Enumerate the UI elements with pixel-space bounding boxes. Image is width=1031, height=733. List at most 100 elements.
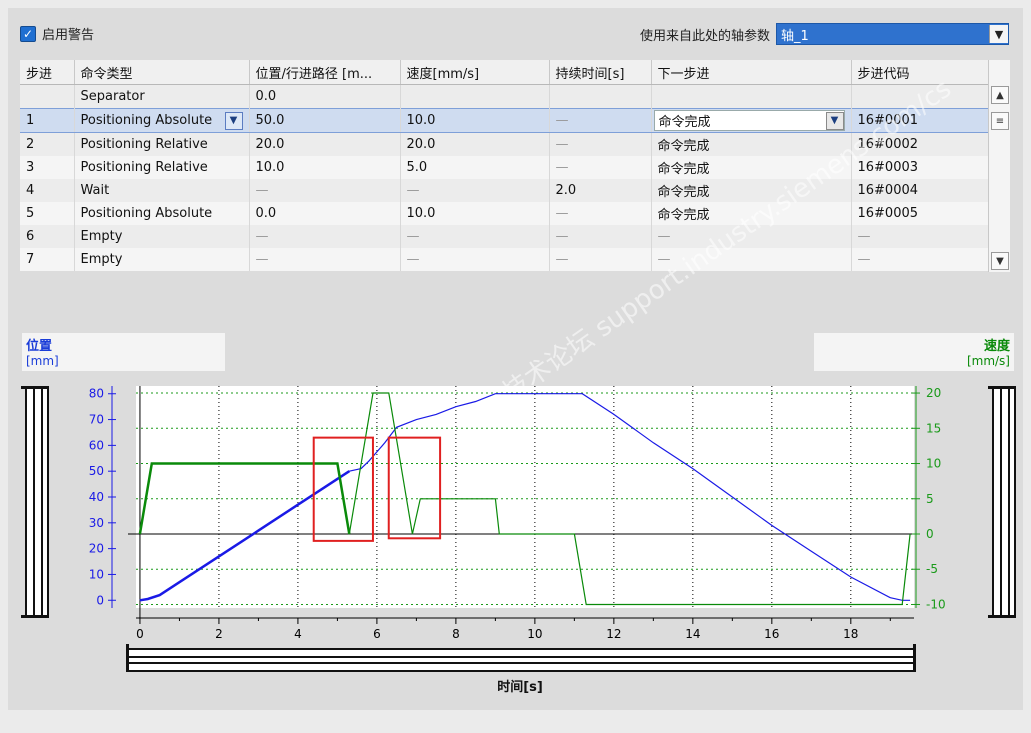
col-header-duration[interactable]: 持续时间[s] [549, 60, 652, 85]
cell-step-code[interactable]: 16#0003 [851, 156, 989, 179]
scroll-up-icon[interactable]: ▲ [991, 86, 1009, 104]
cell-position[interactable]: 10.0 [249, 156, 401, 179]
cell-velocity[interactable]: 5.0 [400, 156, 550, 179]
cell-velocity[interactable]: 20.0 [400, 132, 550, 156]
chevron-down-icon[interactable]: ▼ [989, 25, 1008, 43]
cell-duration[interactable]: — [549, 108, 652, 133]
cell-next-step[interactable]: 命令完成 [651, 132, 852, 156]
cell-duration[interactable]: — [549, 225, 652, 248]
cell-duration[interactable] [549, 84, 652, 109]
cell-step[interactable]: 1 [20, 108, 75, 133]
cell-command-type[interactable]: Empty [74, 225, 250, 248]
col-header-command-type[interactable]: 命令类型 [74, 60, 250, 85]
cell-next-step[interactable]: 命令完成 [651, 156, 852, 179]
cell-step[interactable]: 2 [20, 132, 75, 156]
cell-next-step[interactable]: 命令完成 ▼ [651, 108, 852, 133]
col-header-next-step[interactable]: 下一步进 [651, 60, 852, 85]
velocity-unit: [mm/s] [966, 354, 1010, 368]
cell-velocity[interactable]: 10.0 [400, 108, 550, 133]
table-row[interactable]: Separator 0.0 [20, 84, 989, 109]
table-row[interactable]: 7 Empty — — — — — [20, 248, 989, 271]
cell-duration[interactable]: — [549, 248, 652, 271]
position-axis-label: 位置 [mm] [22, 333, 225, 371]
table-header: 步进 命令类型 位置/行进路径 [m... 速度[mm/s] 持续时间[s] 下… [20, 60, 989, 85]
table-row[interactable]: 3 Positioning Relative 10.0 5.0 — 命令完成 1… [20, 156, 989, 179]
left-tick-label: 10 [89, 567, 104, 581]
cell-step[interactable]: 3 [20, 156, 75, 179]
cell-command-type[interactable]: Empty [74, 248, 250, 271]
col-header-velocity[interactable]: 速度[mm/s] [400, 60, 550, 85]
col-header-position[interactable]: 位置/行进路径 [m... [249, 60, 401, 85]
cell-duration[interactable]: — [549, 156, 652, 179]
cell-velocity[interactable]: 10.0 [400, 202, 550, 225]
cell-command-type[interactable]: Wait [74, 179, 250, 202]
cell-step-code[interactable]: 16#0002 [851, 132, 989, 156]
table-row-selected[interactable]: 1 Positioning Absolute ▼ 50.0 10.0 — 命令完成… [20, 108, 989, 133]
position-zoom-slider[interactable] [21, 386, 49, 618]
cell-position[interactable]: 20.0 [249, 132, 401, 156]
axis-param-select[interactable]: 轴_1 ▼ [776, 23, 1009, 45]
cell-position[interactable]: — [249, 248, 401, 271]
time-zoom-slider[interactable] [126, 644, 916, 672]
right-tick-label: 5 [926, 492, 934, 506]
cell-duration[interactable]: — [549, 132, 652, 156]
next-step-value: 命令完成 [658, 115, 711, 130]
cell-position[interactable]: 50.0 [249, 108, 401, 133]
cell-command-type[interactable]: Positioning Absolute ▼ [74, 108, 250, 133]
table-row[interactable]: 2 Positioning Relative 20.0 20.0 — 命令完成 … [20, 132, 989, 156]
cell-velocity[interactable] [400, 84, 550, 109]
cell-duration[interactable]: 2.0 [549, 179, 652, 202]
position-title: 位置 [26, 339, 53, 354]
cell-velocity[interactable]: — [400, 179, 550, 202]
cell-command-type[interactable]: Separator [74, 84, 250, 109]
cell-next-step[interactable]: 命令完成 [651, 179, 852, 202]
cell-next-step[interactable]: — [651, 225, 852, 248]
motion-chart: 0 10 20 30 40 50 60 70 80 -10 -5 0 5 10 15 20 0 2 4 6 8 10 12 1… [89, 386, 946, 641]
cell-step-code[interactable]: — [851, 225, 989, 248]
chevron-down-icon[interactable]: ▼ [224, 111, 243, 130]
cell-next-step[interactable] [651, 84, 852, 109]
cell-position[interactable]: — [249, 225, 401, 248]
cell-step[interactable]: 7 [20, 248, 75, 271]
cell-command-type[interactable]: Positioning Relative [74, 156, 250, 179]
x-tick-label: 16 [764, 627, 779, 641]
enable-warning-checkbox[interactable]: ✓ [20, 25, 36, 42]
cell-step[interactable] [20, 84, 75, 109]
table-row[interactable]: 5 Positioning Absolute 0.0 10.0 — 命令完成 1… [20, 202, 989, 225]
cell-command-type[interactable]: Positioning Relative [74, 132, 250, 156]
left-tick-label: 30 [89, 516, 104, 530]
cell-step[interactable]: 4 [20, 179, 75, 202]
table-row[interactable]: 6 Empty — — — — — [20, 225, 989, 248]
cell-step-code[interactable]: 16#0004 [851, 179, 989, 202]
scroll-thumb-icon[interactable]: ≡ [991, 112, 1009, 130]
cell-command-type[interactable]: Positioning Absolute [74, 202, 250, 225]
col-header-step[interactable]: 步进 [20, 60, 75, 85]
cell-next-step[interactable]: — [651, 248, 852, 271]
x-tick-label: 14 [685, 627, 700, 641]
right-tick-label: -5 [926, 562, 938, 576]
cell-position[interactable]: — [249, 179, 401, 202]
cell-step-code[interactable]: 16#0001 [851, 108, 989, 133]
left-tick-label: 50 [89, 464, 104, 478]
velocity-zoom-slider[interactable] [988, 386, 1016, 618]
cell-step[interactable]: 6 [20, 225, 75, 248]
cell-step-code[interactable]: 16#0005 [851, 202, 989, 225]
cell-duration[interactable]: — [549, 202, 652, 225]
chevron-down-icon[interactable]: ▼ [825, 111, 844, 130]
cell-velocity[interactable]: — [400, 225, 550, 248]
cell-step-code[interactable] [851, 84, 989, 109]
cell-next-step[interactable]: 命令完成 [651, 202, 852, 225]
cell-position[interactable]: 0.0 [249, 202, 401, 225]
scroll-down-icon[interactable]: ▼ [991, 252, 1009, 270]
command-type-value: Positioning Absolute [80, 113, 213, 128]
x-tick-label: 10 [527, 627, 542, 641]
col-header-step-code[interactable]: 步进代码 [851, 60, 989, 85]
table-row[interactable]: 4 Wait — — 2.0 命令完成 16#0004 [20, 179, 989, 202]
cell-step[interactable]: 5 [20, 202, 75, 225]
right-tick-label: -10 [926, 597, 946, 611]
cell-velocity[interactable]: — [400, 248, 550, 271]
cell-position[interactable]: 0.0 [249, 84, 401, 109]
cell-step-code[interactable]: — [851, 248, 989, 271]
enable-warning-label: 启用警告 [42, 28, 95, 43]
table-scrollbar[interactable]: ▲ ≡ ▼ [988, 60, 1010, 272]
